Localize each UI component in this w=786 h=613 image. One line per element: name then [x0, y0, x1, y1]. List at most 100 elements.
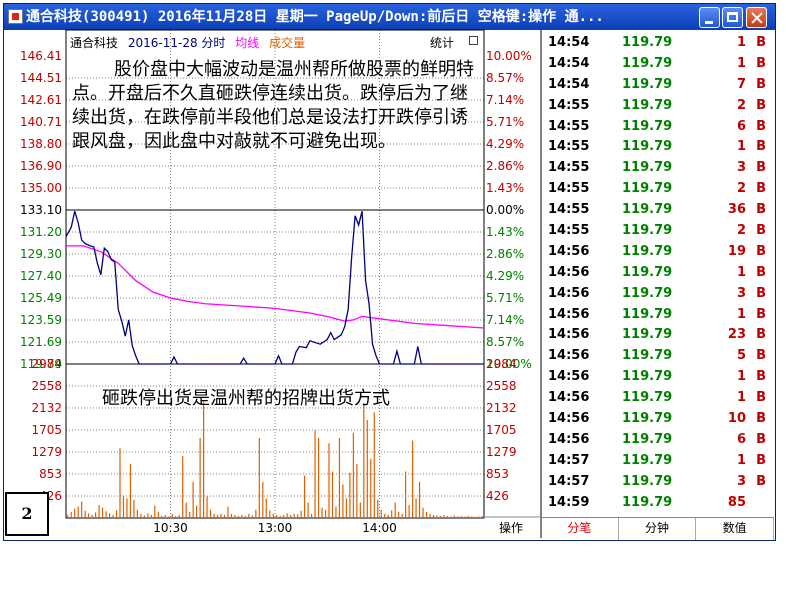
price-tick-label: 127.40 [20, 269, 62, 283]
trade-volume: 2 [736, 97, 746, 113]
trade-time: 14:54 [548, 35, 590, 50]
trade-price: 119.79 [622, 35, 673, 50]
trade-time: 14:54 [548, 55, 590, 71]
pct-tick-label: 2.86% [486, 159, 524, 173]
trade-volume: 1 [736, 55, 746, 71]
trade-row: 14:57 119.79 3 B [542, 472, 774, 493]
pct-tick-label: 4.29% [486, 137, 524, 151]
trade-time: 14:56 [548, 369, 590, 385]
trade-row: 14:56 119.79 1 B [542, 388, 774, 409]
trade-price: 119.79 [622, 139, 673, 155]
trade-row: 14:55 119.79 2 B [542, 221, 774, 242]
trade-row: 14:56 119.79 1 B [542, 263, 774, 284]
trade-time: 14:55 [548, 118, 590, 134]
avg-line-label: 均线 [235, 36, 260, 50]
trade-side: B [756, 118, 766, 134]
price-tick-label: 135.00 [20, 181, 62, 195]
trade-side: B [756, 139, 766, 155]
trade-volume: 2 [736, 223, 746, 239]
trade-volume: 2 [736, 181, 746, 197]
volume-tick-label: 1705 [31, 423, 62, 437]
trade-price: 119.79 [622, 118, 673, 134]
pct-tick-label: 2.86% [486, 247, 524, 261]
trade-row: 14:56 119.79 19 B [542, 242, 774, 263]
trade-time: 14:56 [548, 411, 590, 427]
trade-row: 14:59 119.79 85 [542, 493, 774, 514]
trade-price: 119.79 [622, 76, 673, 92]
pct-tick-label: 7.14% [486, 313, 524, 327]
trade-price: 119.79 [622, 306, 673, 322]
volume-tick-label-right: 853 [486, 467, 509, 481]
trade-volume: 3 [736, 473, 746, 489]
price-tick-label: 136.90 [20, 159, 62, 173]
trade-volume: 1 [736, 452, 746, 468]
trade-side: B [756, 55, 766, 71]
tab-0[interactable]: 分笔 [541, 518, 619, 540]
volume-tick-label-right: 1705 [486, 423, 517, 437]
trade-side: B [756, 264, 766, 280]
volume-tick-label-right: 2132 [486, 401, 517, 415]
trade-price: 119.79 [622, 348, 673, 364]
trade-price: 119.79 [622, 264, 673, 280]
trade-price: 119.79 [622, 473, 673, 489]
stats-toggle-icon[interactable] [469, 36, 478, 45]
trade-side: B [756, 160, 766, 176]
trade-row: 14:55 119.79 36 B [542, 200, 774, 221]
trade-volume: 10 [727, 411, 746, 427]
trade-time: 14:56 [548, 431, 590, 447]
price-tick-label: 138.80 [20, 137, 62, 151]
trade-side: B [756, 35, 766, 50]
price-tick-label: 144.51 [20, 71, 62, 85]
trade-volume: 85 [727, 494, 746, 510]
tab-2[interactable]: 数值 [696, 518, 775, 540]
stock-name: 通合科技 [70, 36, 119, 50]
trade-time: 14:55 [548, 97, 590, 113]
trade-row: 14:56 119.79 6 B [542, 430, 774, 451]
operate-button[interactable]: 操作 [484, 517, 538, 539]
trade-row: 14:56 119.79 1 B [542, 367, 774, 388]
pct-tick-label: 1.43% [486, 225, 524, 239]
trade-volume: 3 [736, 285, 746, 301]
trade-side: B [756, 327, 766, 343]
volume-label: 成交量 [269, 36, 306, 50]
pct-tick-label: 1.43% [486, 181, 524, 195]
annotation-volume: 砸跌停出货是温州帮的招牌出货方式 [102, 388, 390, 409]
trade-price: 119.79 [622, 369, 673, 385]
price-tick-label: 125.49 [20, 291, 62, 305]
trade-time: 14:56 [548, 348, 590, 364]
trade-price: 119.79 [622, 327, 673, 343]
price-tick-label: 131.20 [20, 225, 62, 239]
pct-tick-label: 8.57% [486, 335, 524, 349]
stats-button[interactable]: 统计 [430, 34, 454, 51]
trade-volume: 6 [736, 431, 746, 447]
trade-side: B [756, 202, 766, 218]
trade-price: 119.79 [622, 452, 673, 468]
trade-price: 119.79 [622, 390, 673, 406]
trade-time: 14:55 [548, 160, 590, 176]
chart-header: 通合科技 2016-11-28 分时 均线 成交量 [70, 34, 311, 51]
tick-trade-list[interactable]: 14:54 119.79 1 B 14:54 119.79 1 B 14:54 119.79 7 B 1… [542, 33, 774, 513]
pct-tick-label: 7.14% [486, 93, 524, 107]
price-tick-label: 140.71 [20, 115, 62, 129]
trade-volume: 1 [736, 306, 746, 322]
trade-time: 14:57 [548, 452, 590, 468]
trade-volume: 1 [736, 139, 746, 155]
trade-price: 119.79 [622, 494, 673, 510]
trade-side: B [756, 181, 766, 197]
trade-price: 119.79 [622, 97, 673, 113]
volume-tick-label: 2132 [31, 401, 62, 415]
volume-tick-label-right: 1279 [486, 445, 517, 459]
trade-price: 119.79 [622, 181, 673, 197]
trade-row: 14:56 119.79 3 B [542, 284, 774, 305]
trade-row: 14:54 119.79 7 B [542, 75, 774, 96]
time-tick-label: 10:30 [153, 521, 188, 535]
trade-row: 14:54 119.79 1 B [542, 33, 774, 54]
trade-side: B [756, 452, 766, 468]
page-number-badge: 2 [5, 492, 49, 536]
trade-price: 119.79 [622, 223, 673, 239]
price-tick-label: 142.61 [20, 93, 62, 107]
trade-row: 14:55 119.79 6 B [542, 117, 774, 138]
price-tick-label: 121.69 [20, 335, 62, 349]
trade-row: 14:57 119.79 1 B [542, 451, 774, 472]
tab-1[interactable]: 分钟 [619, 518, 697, 540]
